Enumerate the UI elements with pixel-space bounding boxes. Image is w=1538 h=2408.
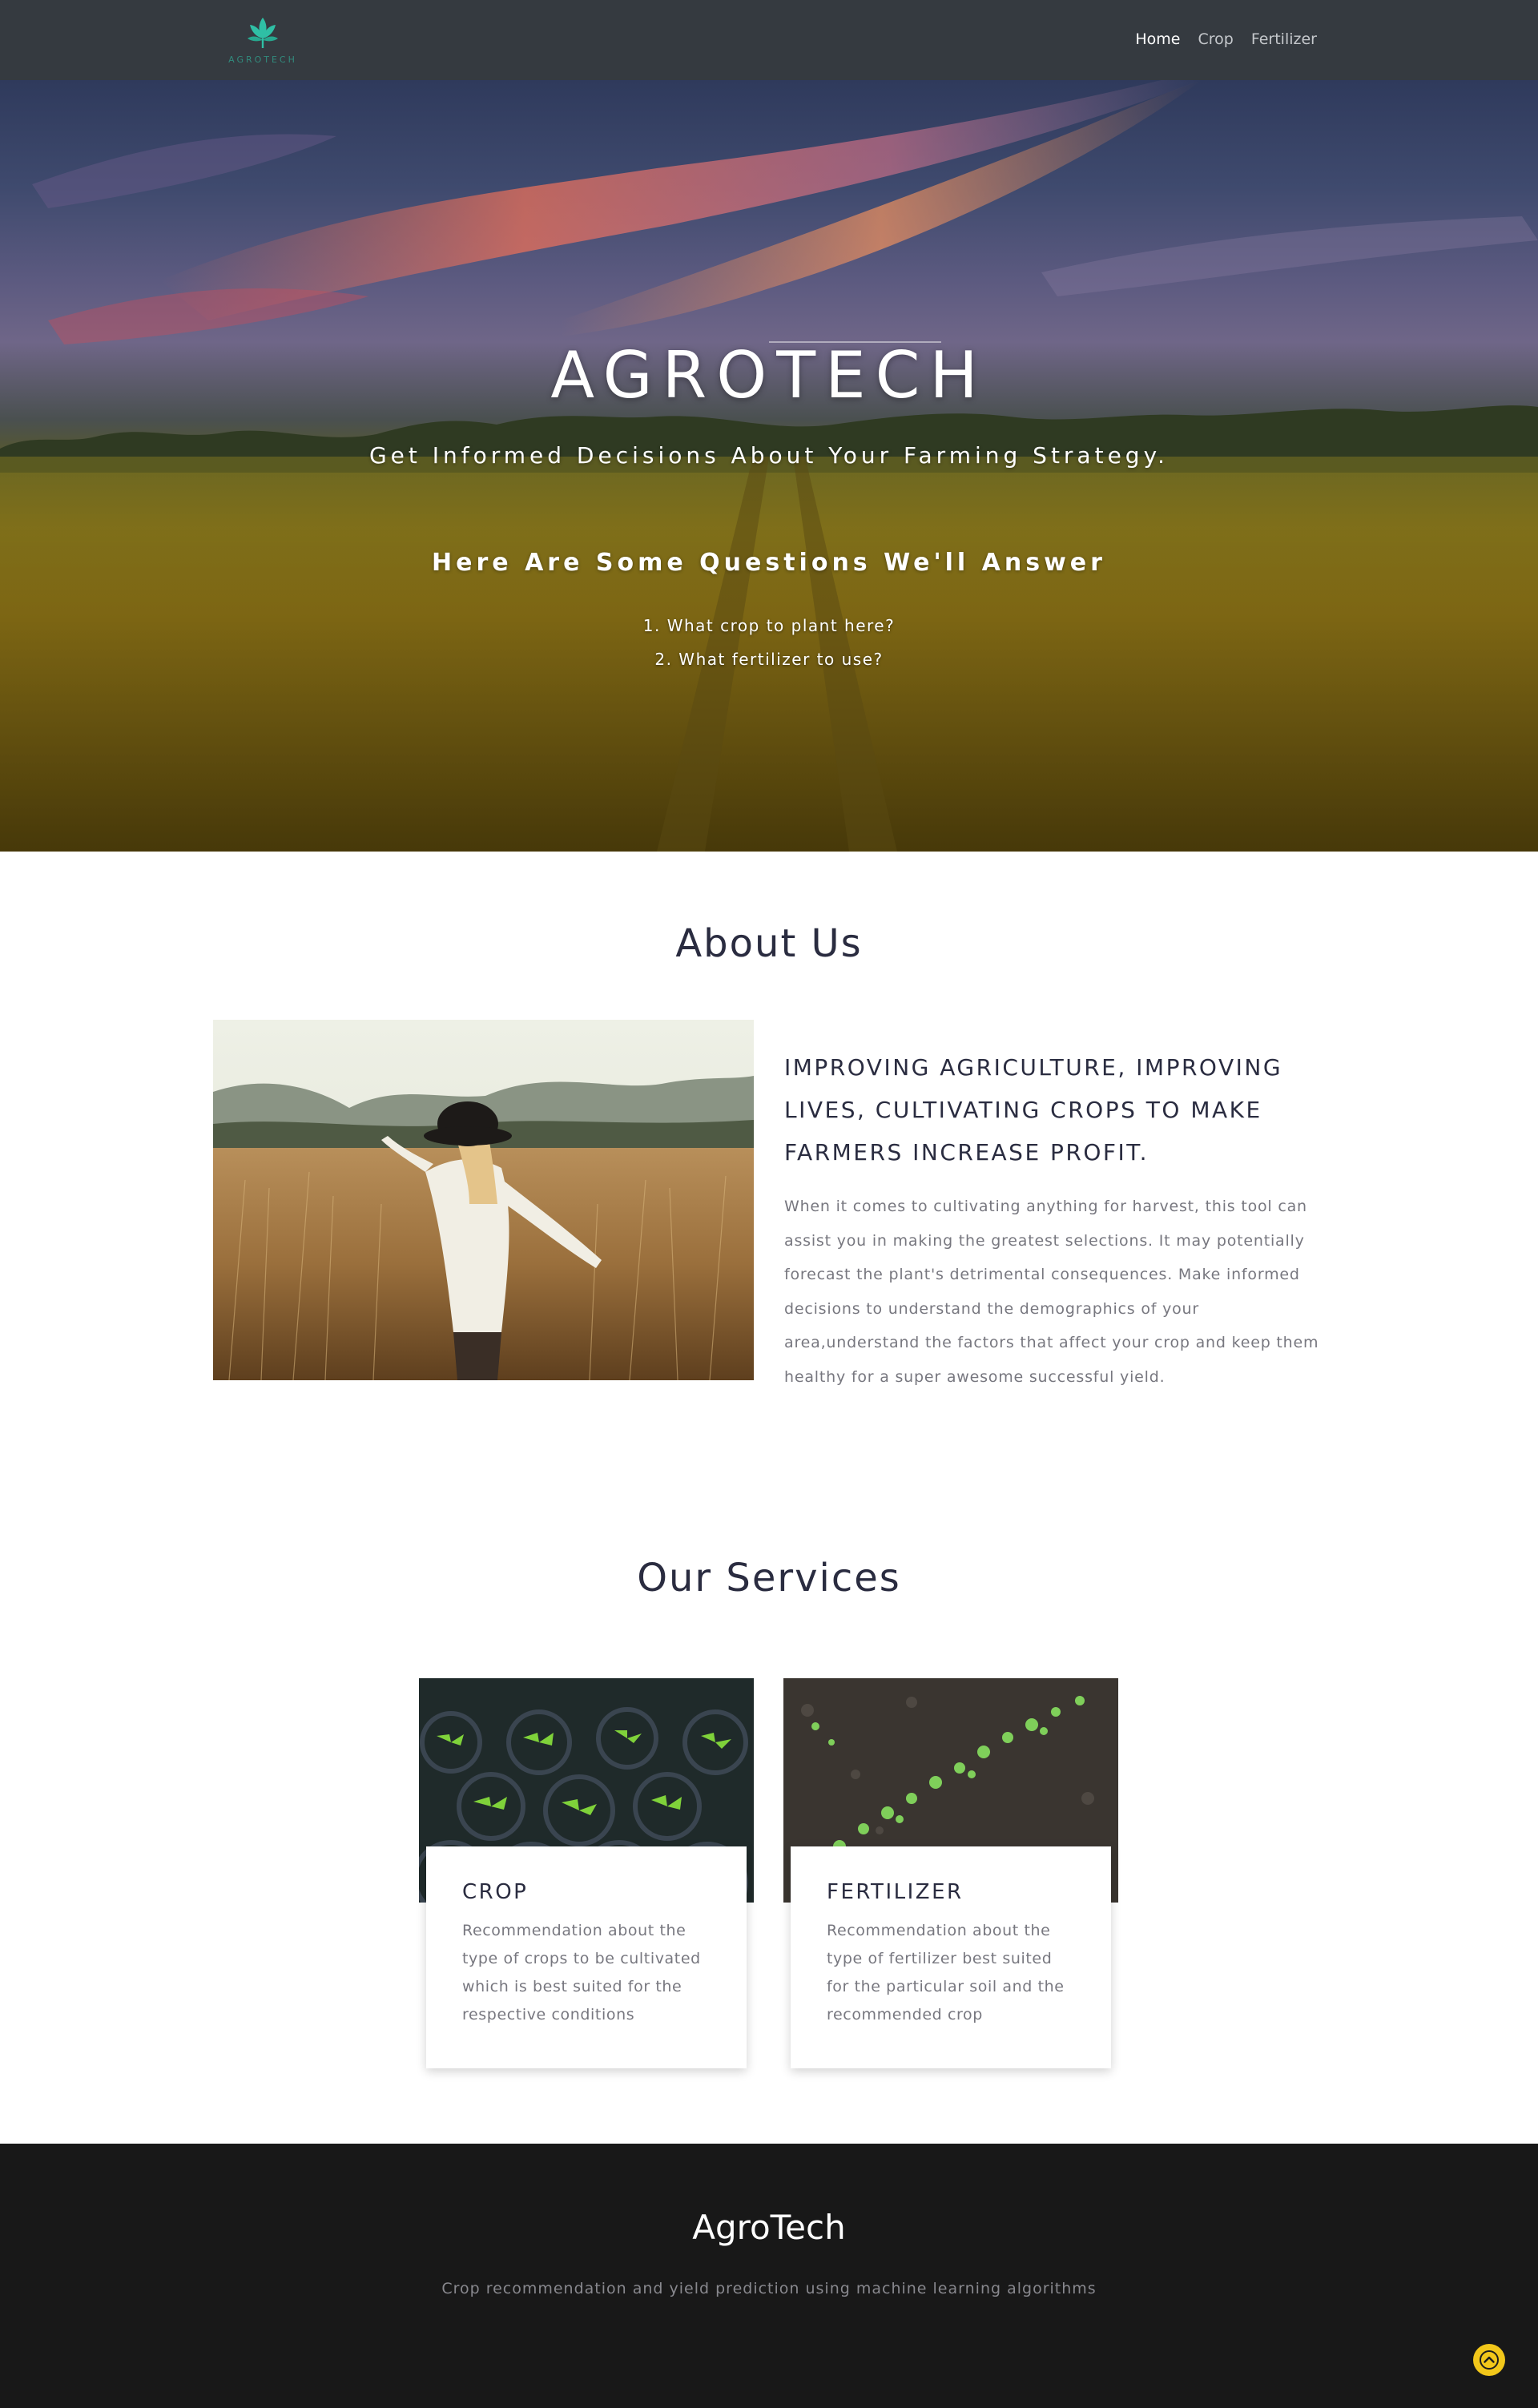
navbar: AGROTECH Home Crop Fertilizer: [0, 0, 1538, 80]
back-to-top-button[interactable]: [1473, 2344, 1505, 2376]
crop-service-info: CROP Recommendation about the type of cr…: [426, 1846, 747, 2068]
logo-text: AGROTECH: [228, 54, 297, 65]
hero-questions-list: 1. What crop to plant here? 2. What fert…: [0, 609, 1538, 676]
leaf-logo-icon: [248, 18, 278, 48]
hero-title: AGROTECH: [550, 338, 988, 413]
about-tagline: IMPROVING AGRICULTURE, IMPROVING LIVES, …: [784, 1054, 1283, 1166]
hero-section: AGROTECH Get Informed Decisions About Yo…: [0, 80, 1538, 852]
service-card-crop[interactable]: CROP Recommendation about the type of cr…: [419, 1678, 754, 2071]
about-body: When it comes to cultivating anything fo…: [784, 1198, 1319, 1386]
hero-question-item: 1. What crop to plant here?: [642, 616, 896, 635]
footer-tagline: Crop recommendation and yield prediction…: [441, 2280, 1097, 2297]
about-content: IMPROVING AGRICULTURE, IMPROVING LIVES, …: [784, 1046, 1329, 1394]
nav-link-crop[interactable]: Crop: [1198, 30, 1233, 48]
nav-link-home[interactable]: Home: [1135, 30, 1180, 48]
service-card-fertilizer[interactable]: FERTILIZER Recommendation about the type…: [783, 1678, 1118, 2071]
crop-service-title: CROP: [462, 1880, 529, 1904]
hero-subtitle: Get Informed Decisions About Your Farmin…: [368, 442, 1170, 469]
fertilizer-service-description: Recommendation about the type of fertili…: [827, 1922, 1065, 2023]
logo[interactable]: AGROTECH: [227, 14, 299, 69]
chevron-up-icon: [1480, 2350, 1499, 2370]
fertilizer-service-info: FERTILIZER Recommendation about the type…: [791, 1846, 1111, 2068]
services-heading: Our Services: [637, 1556, 901, 1601]
hero-questions-heading: Here Are Some Questions We'll Answer: [432, 549, 1106, 577]
nav-links: Home Crop Fertilizer: [1135, 30, 1317, 48]
about-heading: About Us: [675, 921, 863, 966]
hero-question-item: 2. What fertilizer to use?: [654, 650, 884, 669]
crop-service-description: Recommendation about the type of crops t…: [462, 1922, 701, 2023]
fertilizer-service-title: FERTILIZER: [827, 1880, 964, 1904]
footer: AgroTech Crop recommendation and yield p…: [0, 2144, 1538, 2408]
footer-brand: AgroTech: [692, 2208, 846, 2247]
nav-link-fertilizer[interactable]: Fertilizer: [1251, 30, 1317, 48]
about-image: [213, 1020, 754, 1380]
